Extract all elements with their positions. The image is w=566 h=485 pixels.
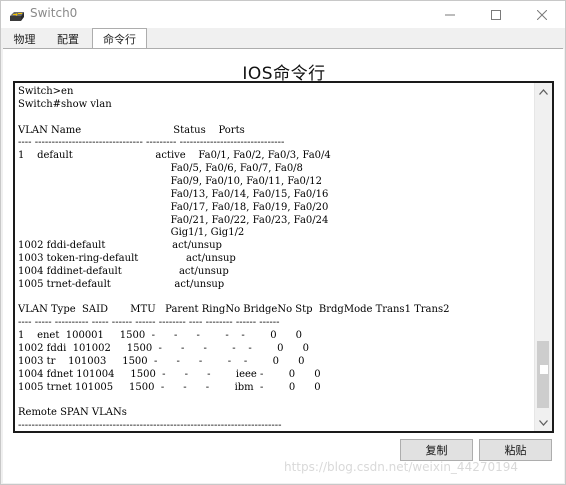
scroll-down-button[interactable] bbox=[535, 414, 552, 431]
copy-button[interactable]: 复制 bbox=[400, 439, 473, 461]
tab-physical[interactable]: 物理 bbox=[6, 30, 43, 47]
title-bar[interactable]: Switch0 bbox=[1, 1, 565, 28]
terminal-frame: Switch>en Switch#show vlan VLAN Name Statu… bbox=[13, 81, 554, 433]
terminal-line: 1005 trnet-default act/unsup bbox=[18, 278, 225, 290]
scrollbar-thumb[interactable] bbox=[537, 341, 549, 408]
minimize-button[interactable] bbox=[427, 1, 473, 28]
terminal-line: ---- -------------------------------- --… bbox=[18, 137, 285, 149]
minimize-icon bbox=[445, 14, 455, 15]
terminal-line: Fa0/9, Fa0/10, Fa0/11, Fa0/12 bbox=[18, 175, 322, 187]
terminal-line: Fa0/17, Fa0/18, Fa0/19, Fa0/20 bbox=[18, 201, 329, 213]
terminal-line: VLAN Type SAID MTU Parent RingNo BridgeN… bbox=[18, 304, 450, 316]
terminal-line: ---- ----- ---------- ----- ------ -----… bbox=[18, 317, 280, 329]
terminal-line: Fa0/21, Fa0/22, Fa0/23, Fa0/24 bbox=[18, 214, 329, 226]
close-button[interactable] bbox=[519, 1, 565, 28]
terminal-line: Switch>en bbox=[18, 86, 74, 97]
terminal-line: Gig1/1, Gig1/2 bbox=[18, 227, 245, 239]
terminal-line: 1 default active Fa0/1, Fa0/2, Fa0/3, Fa… bbox=[18, 150, 331, 162]
scrollbar-thumb-grip bbox=[540, 365, 548, 374]
watermark: https://blog.csdn.net/weixin_44270194 bbox=[284, 460, 519, 474]
vertical-scrollbar[interactable] bbox=[534, 83, 552, 431]
paste-button[interactable]: 粘贴 bbox=[479, 439, 552, 461]
scroll-up-button[interactable] bbox=[535, 83, 552, 100]
terminal-line: VLAN Name Status Ports bbox=[18, 124, 245, 136]
chevron-down-icon bbox=[539, 419, 548, 426]
terminal-line: 1004 fddinet-default act/unsup bbox=[18, 265, 229, 277]
terminal-line: ----------------------------------------… bbox=[18, 420, 282, 430]
terminal-line: 1 enet 100001 1500 - - - - - 0 0 bbox=[18, 330, 303, 342]
maximize-icon bbox=[491, 9, 501, 20]
cisco-switch-icon bbox=[10, 12, 24, 21]
terminal-output[interactable]: Switch>en Switch#show vlan VLAN Name Statu… bbox=[18, 85, 532, 430]
chevron-up-icon bbox=[539, 88, 548, 95]
switch0-window: Switch0 物理 配置 命令行 IOS命令行 Switch>en Switch… bbox=[0, 0, 566, 485]
tab-config[interactable]: 配置 bbox=[47, 30, 89, 47]
terminal-line: 1005 trnet 101005 1500 - - - ibm - 0 0 bbox=[18, 381, 321, 393]
terminal-line: 1004 fdnet 101004 1500 - - - ieee - 0 0 bbox=[18, 368, 321, 380]
terminal-line: Remote SPAN VLANs bbox=[18, 407, 127, 419]
terminal-line: 1002 fddi 101002 1500 - - - - - 0 0 bbox=[18, 343, 309, 354]
maximize-button[interactable] bbox=[473, 1, 519, 28]
terminal-line: 1003 tr 101003 1500 - - - - - 0 0 bbox=[18, 355, 305, 367]
tab-cli[interactable]: 命令行 bbox=[92, 28, 147, 48]
window-title: Switch0 bbox=[30, 6, 78, 20]
terminal-line: Switch#show vlan bbox=[18, 98, 112, 110]
terminal-line: 1002 fddi-default act/unsup bbox=[18, 240, 222, 252]
terminal-line: Fa0/13, Fa0/14, Fa0/15, Fa0/16 bbox=[18, 188, 329, 200]
terminal-line: Fa0/5, Fa0/6, Fa0/7, Fa0/8 bbox=[18, 163, 303, 175]
terminal-line: 1003 token-ring-default act/unsup bbox=[18, 253, 236, 265]
close-icon bbox=[537, 9, 547, 20]
